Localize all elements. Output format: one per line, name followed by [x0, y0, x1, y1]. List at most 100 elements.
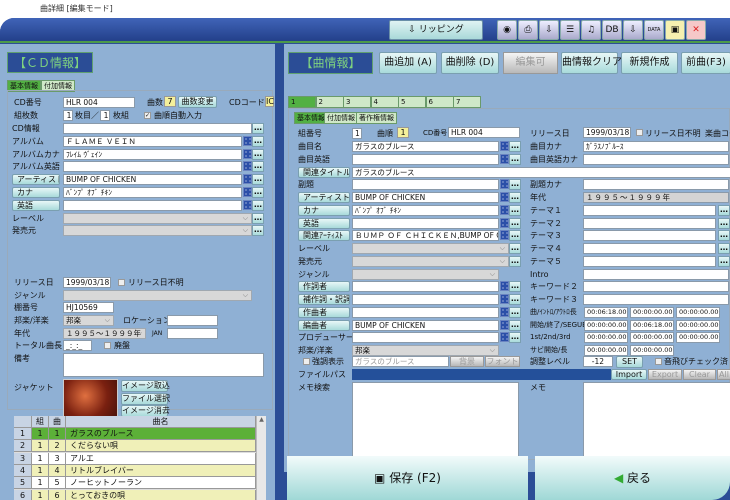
- auto-order-checkbox[interactable]: ✓: [144, 112, 151, 119]
- table-cell[interactable]: 1: [32, 477, 49, 490]
- table-cell[interactable]: 2: [49, 440, 66, 453]
- browse-dots-button[interactable]: …: [509, 141, 521, 152]
- total-length-input[interactable]: _:_:_: [63, 340, 92, 351]
- time-input[interactable]: 00:00:00.000: [584, 345, 628, 356]
- database-icon[interactable]: DB: [602, 20, 622, 40]
- browse-dots-button[interactable]: …: [718, 243, 730, 254]
- right-field-input-12[interactable]: [583, 294, 729, 305]
- time-input[interactable]: 00:00:00.000: [676, 319, 720, 331]
- all-button[interactable]: All: [717, 369, 730, 380]
- field-input-13[interactable]: [352, 306, 499, 318]
- label-button-14[interactable]: 編曲者: [298, 319, 350, 331]
- field-input-4[interactable]: BUMP OF CHICKEN: [352, 192, 499, 203]
- track-tab-4[interactable]: 4: [370, 96, 399, 108]
- dictionary-icon[interactable]: [243, 135, 252, 146]
- browse-dots-button[interactable]: …: [509, 281, 521, 293]
- close-icon[interactable]: ✕: [686, 20, 706, 40]
- change-count-button[interactable]: 曲数変更: [178, 96, 217, 108]
- browse-dots-button[interactable]: …: [509, 217, 521, 229]
- song-button-4[interactable]: 新規作成: [621, 52, 678, 74]
- browse-dots-button[interactable]: …: [509, 153, 521, 165]
- browse-dots-button[interactable]: …: [252, 174, 264, 186]
- dictionary-icon[interactable]: [243, 187, 252, 197]
- release-date-picker[interactable]: 1999/03/18: [63, 277, 111, 288]
- track-tab-7[interactable]: 7: [453, 96, 481, 108]
- location-input[interactable]: [167, 315, 218, 326]
- table-cell[interactable]: 1: [49, 428, 66, 440]
- back-button[interactable]: ◀ 戻る: [535, 456, 730, 500]
- song-cd-number-input[interactable]: HLR 004: [448, 127, 520, 138]
- table-cell[interactable]: 1: [32, 489, 49, 500]
- time-input[interactable]: 00:00:00.000: [584, 319, 628, 331]
- ripping-icon[interactable]: ⇩: [623, 20, 643, 40]
- song-button-3[interactable]: 曲情報クリア: [561, 52, 622, 74]
- browse-dots-button[interactable]: …: [252, 161, 264, 173]
- browse-dots-button[interactable]: …: [509, 332, 521, 344]
- field-input-2[interactable]: ﾌﾚｲﾑ ｳﾞｪｲﾝ: [63, 148, 242, 160]
- background-button[interactable]: 背景: [450, 356, 484, 367]
- browse-dots-button[interactable]: …: [252, 148, 264, 160]
- time-input[interactable]: 00:06:18.000: [630, 319, 674, 331]
- browse-dots-button[interactable]: …: [509, 179, 521, 191]
- table-cell[interactable]: 1: [32, 464, 49, 477]
- field-input-16[interactable]: 邦楽: [352, 345, 499, 356]
- browse-dots-button[interactable]: …: [509, 319, 521, 331]
- emphasis-checkbox[interactable]: [303, 358, 310, 365]
- disc-number-input[interactable]: 1: [63, 110, 73, 121]
- field-input-3[interactable]: [63, 161, 242, 173]
- field-input-4[interactable]: BUMP OF CHICKEN: [63, 174, 242, 186]
- browse-dots-button[interactable]: …: [718, 217, 730, 229]
- font-button[interactable]: フォント: [485, 356, 520, 367]
- label-button-4[interactable]: アーティスト: [12, 174, 60, 186]
- genre-select[interactable]: [63, 290, 252, 301]
- label-button-12[interactable]: 補作詞・訳詞者: [298, 294, 350, 305]
- track-title-cell[interactable]: リトルブレイバー: [66, 464, 256, 477]
- skip-check-checkbox[interactable]: [655, 358, 662, 365]
- time-input[interactable]: 00:00:00.000: [630, 332, 674, 344]
- dictionary-icon[interactable]: [500, 306, 509, 317]
- browse-dots-button[interactable]: …: [509, 306, 521, 318]
- dictionary-icon[interactable]: [500, 153, 509, 164]
- browse-dots-button[interactable]: …: [509, 192, 521, 203]
- song-button-0[interactable]: 曲追加 (A): [379, 52, 437, 74]
- song-button-5[interactable]: 前曲(F3): [681, 52, 730, 74]
- label-button-11[interactable]: 作詞者: [298, 281, 350, 293]
- dictionary-icon[interactable]: [243, 174, 252, 185]
- browse-dots-button[interactable]: …: [718, 230, 730, 242]
- time-input[interactable]: 00:00:00.000: [584, 332, 628, 344]
- field-input-7[interactable]: [63, 212, 252, 224]
- track-title-cell[interactable]: とっておきの唄: [66, 489, 256, 500]
- export-button[interactable]: Export: [648, 369, 682, 380]
- clear-button[interactable]: Clear: [683, 369, 716, 380]
- image-button-0[interactable]: イメージ取込: [121, 380, 170, 392]
- field-input-1[interactable]: [352, 153, 499, 165]
- browse-dots-button[interactable]: …: [718, 204, 730, 216]
- field-input-9[interactable]: [352, 255, 509, 267]
- release-unknown-checkbox[interactable]: [118, 279, 125, 286]
- track-title-cell[interactable]: ガラスのブルース: [66, 428, 256, 440]
- browse-dots-button[interactable]: …: [509, 204, 521, 216]
- save-icon[interactable]: ▣: [665, 20, 685, 40]
- field-input-5[interactable]: ﾊﾞﾝﾌﾟ ｵﾌﾞ ﾁｷﾝ: [63, 187, 242, 198]
- song-release-unknown-checkbox[interactable]: [636, 129, 643, 136]
- file-path-input[interactable]: [352, 369, 611, 380]
- image-button-1[interactable]: ファイル選択: [121, 392, 170, 405]
- right-field-input-7[interactable]: [583, 230, 716, 242]
- field-input-7[interactable]: ＢＵＭＰ ＯＦ ＣＨＩＣＫＥＮ,BUMP OF CH: [352, 230, 499, 242]
- save-button[interactable]: ▣ 保存 (F2): [287, 456, 528, 500]
- dictionary-icon[interactable]: [500, 281, 509, 292]
- ripping-button[interactable]: ⇩ リッピング: [389, 20, 483, 40]
- era-select[interactable]: １９９５～１９９９年: [63, 328, 146, 339]
- table-cell[interactable]: 5: [49, 477, 66, 490]
- right-field-input-0[interactable]: ｶﾞﾗｽﾉﾌﾞﾙｰｽ: [583, 141, 729, 152]
- cd-number-input[interactable]: HLR 004: [63, 97, 135, 108]
- set-level-button[interactable]: SET: [616, 356, 643, 368]
- field-input-10[interactable]: [352, 268, 499, 280]
- import-button[interactable]: Import: [611, 369, 647, 380]
- right-field-input-5[interactable]: [583, 204, 716, 216]
- cd-code-input[interactable]: IC: [265, 96, 274, 107]
- dictionary-icon[interactable]: [500, 217, 509, 228]
- dictionary-icon[interactable]: [500, 319, 509, 330]
- right-field-input-8[interactable]: [583, 243, 716, 254]
- field-input-8[interactable]: [352, 243, 509, 254]
